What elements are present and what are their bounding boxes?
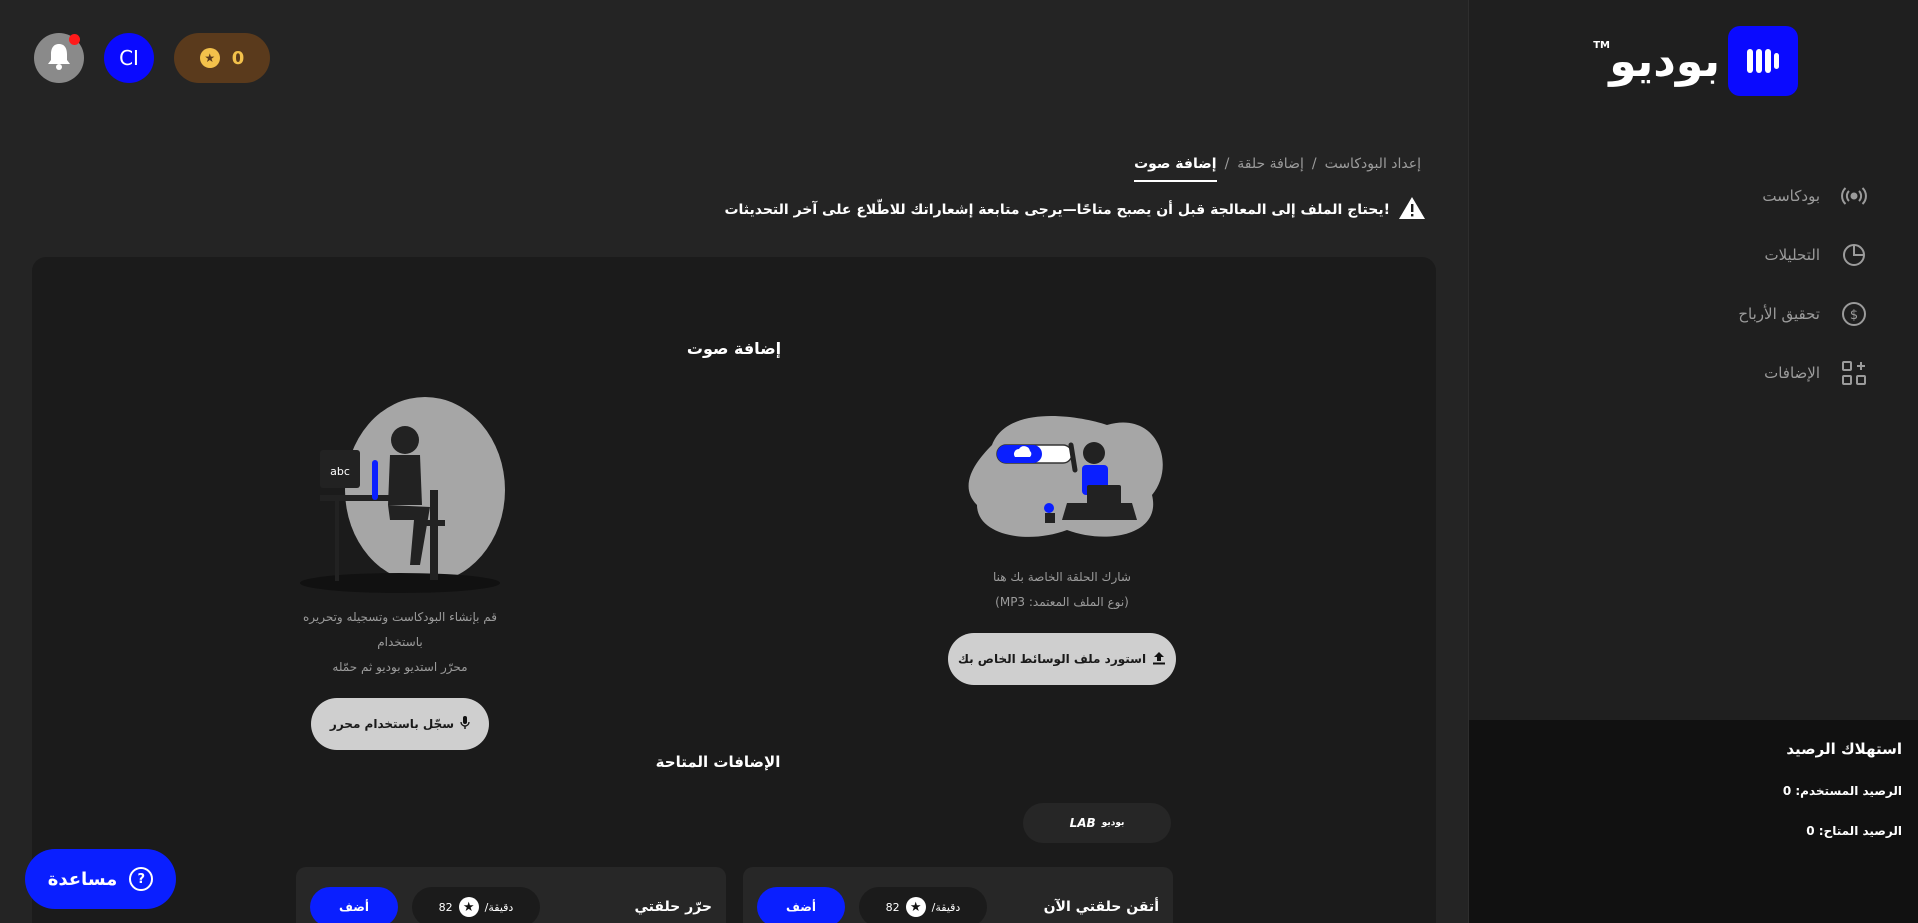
analytics-icon xyxy=(1840,241,1868,269)
star-icon: ★ xyxy=(905,897,926,917)
sidebar-item-podcast[interactable]: بودكاست xyxy=(1668,166,1868,225)
help-label: مساعدة xyxy=(47,868,118,890)
brand-name: بوديو xyxy=(1609,35,1720,87)
warning-icon xyxy=(1398,196,1426,224)
svg-text:abc: abc xyxy=(330,465,350,478)
breadcrumb: إعداد البودكاست / إضافة حلقة / إضافة صوت xyxy=(1134,146,1421,182)
addon-price: دقيقة/ ★ 82 xyxy=(412,887,540,923)
add-addon-button[interactable]: أضف xyxy=(310,887,398,923)
record-desc-line1: قم بإنشاء البودكاست وتسجيله وتحريره باست… xyxy=(302,610,498,649)
sidebar-item-monetization[interactable]: $ تحقيق الأرباح xyxy=(1668,284,1868,343)
breadcrumb-item-add-episode[interactable]: إضافة حلقة xyxy=(1237,156,1304,172)
topbar: CI ★ 0 xyxy=(34,33,270,83)
lab-brand: بوديو xyxy=(1101,818,1125,828)
addon-price-unit: دقيقة/ xyxy=(484,900,514,914)
sidebar-item-label: تحقيق الأرباح xyxy=(1738,304,1820,323)
coins-count: 0 xyxy=(231,47,245,69)
processing-warning: !يحتاج الملف إلى المعالجة قبل أن يصبح مت… xyxy=(724,196,1426,224)
lab-tag: LAB بوديو xyxy=(1023,803,1171,843)
podcast-icon xyxy=(1840,182,1868,210)
brand-logo[interactable]: TM بوديو xyxy=(1593,26,1798,96)
warning-text: !يحتاج الملف إلى المعالجة قبل أن يصبح مت… xyxy=(724,202,1390,218)
record-desc-line2: محرّر استديو بوديو ثم حمّله xyxy=(332,660,468,674)
record-with-editor-button[interactable]: سجّل باستخدام محرر xyxy=(311,698,489,750)
coins-badge[interactable]: ★ 0 xyxy=(174,33,270,83)
upload-desc-line2: (نوع الملف المعتمد: MP3) xyxy=(995,595,1129,609)
brand-logo-icon xyxy=(1728,26,1798,96)
balance-used: الرصيد المستخدم: 0 xyxy=(1782,784,1902,798)
record-illustration: abc xyxy=(290,395,510,595)
record-option: abc قم بإنشاء البودكاست وتسجيله وتحريره … xyxy=(290,395,510,750)
breadcrumb-item-add-audio: إضافة صوت xyxy=(1134,156,1217,182)
dollar-icon: $ xyxy=(1840,300,1868,328)
addon-name: حرّر حلقتي xyxy=(634,899,713,915)
microphone-icon xyxy=(460,715,470,733)
coin-star-icon: ★ xyxy=(199,48,220,68)
upload-media-label: استورد ملف الوسائط الخاص بك xyxy=(957,652,1147,666)
bell-icon xyxy=(46,42,72,74)
addon-price-value: 82 xyxy=(885,900,900,914)
record-description: قم بإنشاء البودكاست وتسجيله وتحريره باست… xyxy=(290,605,510,680)
add-addon-button[interactable]: أضف xyxy=(757,887,845,923)
brand-wordmark: TM بوديو xyxy=(1593,35,1720,87)
breadcrumb-item-podcast-setup[interactable]: إعداد البودكاست xyxy=(1325,156,1421,172)
avatar[interactable]: CI xyxy=(104,33,154,83)
upload-illustration xyxy=(947,385,1177,555)
addon-price: دقيقة/ ★ 82 xyxy=(859,887,987,923)
addons-icon xyxy=(1840,359,1868,387)
upload-desc-line1: شارك الحلقة الخاصة بك هنا xyxy=(993,570,1131,584)
balance-panel: استهلاك الرصيد الرصيد المستخدم: 0 الرصيد… xyxy=(1469,720,1918,923)
sidebar: TM بوديو بودكاست التحليلات $ تحقيق الأرب… xyxy=(1468,0,1918,923)
sidebar-item-label: الإضافات xyxy=(1764,363,1820,382)
breadcrumb-separator: / xyxy=(1311,156,1317,172)
addon-price-unit: دقيقة/ xyxy=(931,900,961,914)
help-button[interactable]: ? مساعدة xyxy=(25,849,176,909)
balance-title: استهلاك الرصيد xyxy=(1786,740,1902,758)
addon-card-master: أتقن حلقتي الآن دقيقة/ ★ 82 أضف xyxy=(743,867,1173,923)
upload-icon xyxy=(1152,651,1166,668)
notification-dot xyxy=(69,34,80,45)
sidebar-item-label: بودكاست xyxy=(1762,186,1820,205)
svg-text:$: $ xyxy=(1850,308,1858,323)
balance-available: الرصيد المتاح: 0 xyxy=(1806,824,1902,838)
addon-price-value: 82 xyxy=(438,900,453,914)
sidebar-item-label: التحليلات xyxy=(1764,245,1820,264)
sidebar-item-analytics[interactable]: التحليلات xyxy=(1668,225,1868,284)
notifications-button[interactable] xyxy=(34,33,84,83)
addon-name: أتقن حلقتي الآن xyxy=(1043,899,1159,915)
upload-option: شارك الحلقة الخاصة بك هنا (نوع الملف الم… xyxy=(947,385,1177,685)
sidebar-nav: بودكاست التحليلات $ تحقيق الأرباح الإضاف… xyxy=(1668,166,1868,402)
breadcrumb-separator: / xyxy=(1224,156,1230,172)
upload-media-button[interactable]: استورد ملف الوسائط الخاص بك xyxy=(948,633,1176,685)
add-audio-card: إضافة صوت شارك الحلقة الخاصة بك هنا (نوع… xyxy=(32,257,1436,923)
sidebar-item-addons[interactable]: الإضافات xyxy=(1668,343,1868,402)
lab-label: LAB xyxy=(1069,816,1096,830)
brand-tm: TM xyxy=(1593,39,1610,51)
card-title: إضافة صوت xyxy=(686,339,782,358)
record-with-editor-label: سجّل باستخدام محرر xyxy=(329,717,455,731)
upload-description: شارك الحلقة الخاصة بك هنا (نوع الملف الم… xyxy=(947,565,1177,615)
addons-section-title: الإضافات المتاحة xyxy=(655,753,781,771)
question-icon: ? xyxy=(129,867,154,891)
addon-card-edit: حرّر حلقتي دقيقة/ ★ 82 أضف xyxy=(296,867,726,923)
star-icon: ★ xyxy=(458,897,479,917)
